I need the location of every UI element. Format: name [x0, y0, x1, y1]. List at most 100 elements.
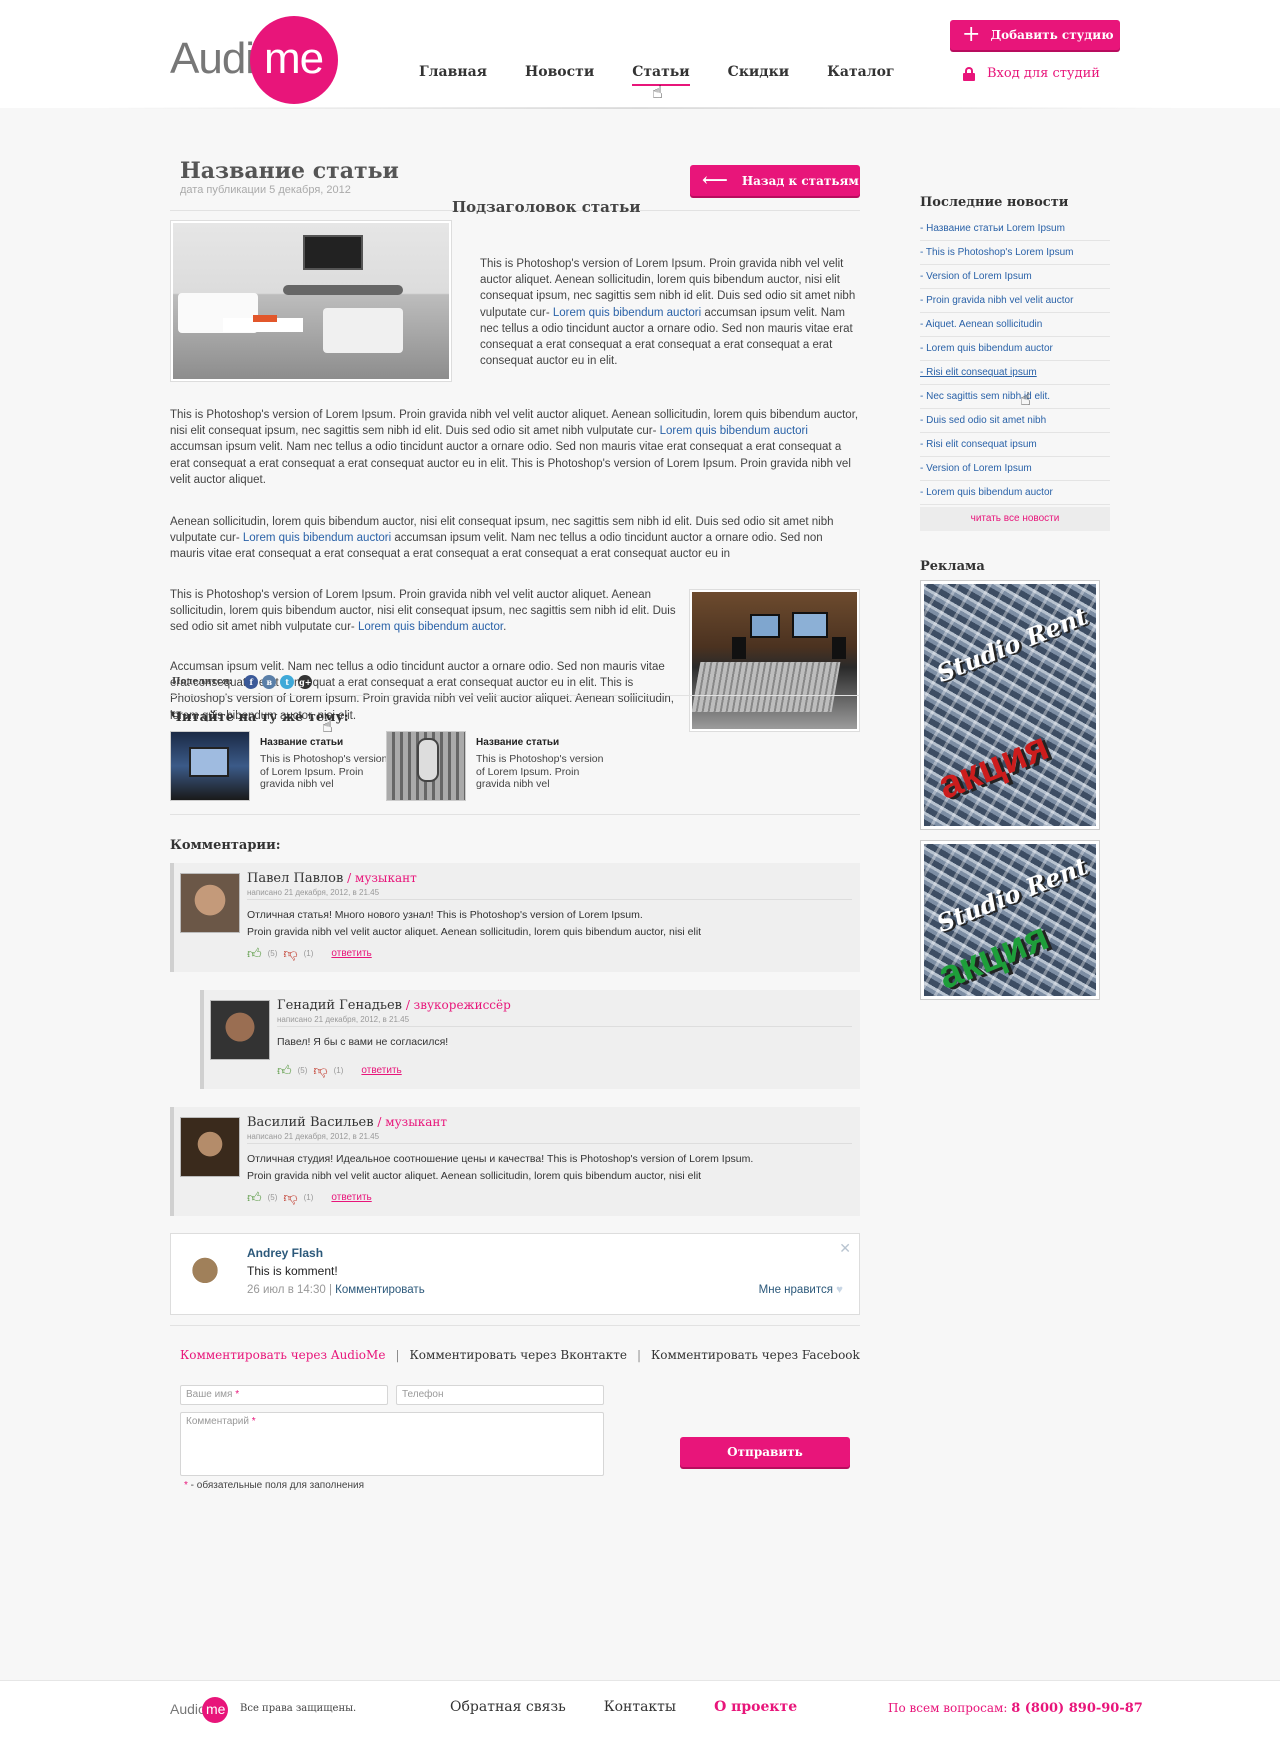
- vk-comment: Andrey Flash This is komment! 26 июл в 1…: [170, 1233, 860, 1315]
- footer-link-feedback[interactable]: Обратная связь: [450, 1699, 566, 1715]
- news-link[interactable]: - Risi elit consequat ipsum: [920, 361, 1110, 385]
- logo[interactable]: Audio me: [168, 16, 348, 104]
- all-news-link[interactable]: читать все новости: [920, 507, 1110, 531]
- plus-icon: +: [962, 22, 981, 47]
- divider: [170, 695, 860, 696]
- comment-actions: 👍︎ (5) 👎︎ (1) ответить: [277, 1062, 402, 1079]
- news-link[interactable]: - Nec sagittis sem nibh id elit.: [920, 385, 1110, 409]
- studio-console-image: [692, 592, 857, 729]
- ad-banner-1[interactable]: Studio Rent акция: [920, 580, 1100, 830]
- thumb-down-icon[interactable]: 👎︎: [283, 945, 297, 962]
- footer-phone: По всем вопросам: 8 (800) 890-90-87: [888, 1701, 1143, 1716]
- studio-login-link[interactable]: Вход для студий: [963, 66, 1100, 81]
- news-link[interactable]: - Название статьи Lorem Ipsum: [920, 217, 1110, 241]
- vk-comment-link[interactable]: Комментировать: [335, 1284, 425, 1296]
- comment-role: / музыкант: [373, 1115, 448, 1129]
- news-link[interactable]: - Risi elit consequat ipsum: [920, 433, 1110, 457]
- comment-item: Павел Павлов / музыкант написано 21 дека…: [170, 863, 860, 972]
- twitter-icon[interactable]: t: [280, 675, 295, 689]
- comment-textarea[interactable]: Комментарий *: [180, 1412, 604, 1476]
- send-button[interactable]: Отправить: [680, 1437, 850, 1467]
- article-inline-link[interactable]: Lorem quis bibendum auctori: [553, 307, 701, 319]
- ad-image: Studio Rent акция: [924, 584, 1096, 826]
- header-divider: [100, 107, 1180, 109]
- reply-link[interactable]: ответить: [361, 1065, 401, 1076]
- ad-title-text: Studio Rent: [932, 601, 1092, 688]
- ad-promo-text: акция: [931, 724, 1055, 808]
- arrow-left-icon: ⟵: [702, 169, 728, 191]
- news-link[interactable]: - Lorem quis bibendum auctor: [920, 481, 1110, 505]
- nav-item-home[interactable]: Главная: [419, 64, 487, 80]
- tab-facebook[interactable]: Комментировать через Facebook: [651, 1348, 860, 1362]
- nav-item-discounts[interactable]: Скидки: [728, 64, 789, 80]
- comment-date: написано 21 декабря, 2012, в 21.45: [277, 1015, 410, 1024]
- comment-role: / музыкант: [343, 871, 417, 885]
- back-to-articles-button[interactable]: ⟵ Назад к статьям: [690, 165, 860, 196]
- google-plus-icon[interactable]: g+: [298, 675, 313, 689]
- comment-actions: 👍︎ (5) 👎︎ (1) ответить: [247, 1189, 372, 1206]
- reply-link[interactable]: ответить: [331, 948, 371, 959]
- avatar: [180, 873, 240, 933]
- news-link[interactable]: - Version of Lorem Ipsum: [920, 265, 1110, 289]
- facebook-icon[interactable]: f: [244, 675, 259, 689]
- divider: [170, 814, 860, 815]
- news-link[interactable]: - Aiquet. Aenean sollicitudin: [920, 313, 1110, 337]
- divider: [170, 1325, 860, 1326]
- article-date: дата публикации 5 декабря, 2012: [180, 184, 351, 196]
- article-paragraph-1: This is Photoshop's version of Lorem Ips…: [480, 258, 856, 368]
- vk-author[interactable]: Andrey Flash: [247, 1246, 323, 1260]
- add-studio-button[interactable]: + Добавить студию: [950, 20, 1120, 50]
- vkontakte-icon[interactable]: в: [262, 675, 277, 689]
- share-bar: Поделится: f в t g+: [172, 675, 313, 689]
- tab-audiome[interactable]: Комментировать через AudioMe: [180, 1348, 385, 1362]
- footer-logo-text: me: [206, 1701, 226, 1717]
- close-icon[interactable]: ✕: [839, 1240, 851, 1257]
- related-article[interactable]: Название статьи This is Photoshop's vers…: [386, 731, 606, 801]
- ad-banner-2[interactable]: Studio Rent акция: [920, 840, 1100, 1000]
- article-paragraph-3: Aenean sollicitudin, lorem quis bibendum…: [170, 516, 834, 561]
- tab-vkontakte[interactable]: Комментировать через Вконтакте: [409, 1348, 626, 1362]
- add-studio-label: Добавить студию: [990, 28, 1114, 42]
- reply-link[interactable]: ответить: [331, 1192, 371, 1203]
- comment-author: Павел Павлов / музыкант: [247, 871, 417, 886]
- related-name: Название статьи: [260, 737, 344, 748]
- thumb-up-icon[interactable]: 👍︎: [247, 945, 262, 962]
- news-link[interactable]: - This is Photoshop's Lorem Ipsum: [920, 241, 1110, 265]
- news-link[interactable]: - Lorem quis bibendum auctor: [920, 337, 1110, 361]
- lock-icon: [963, 66, 975, 81]
- related-thumbnail: [386, 731, 466, 801]
- phone-input[interactable]: Телефон: [396, 1385, 604, 1405]
- related-text: This is Photoshop's version of Lorem Ips…: [260, 753, 388, 790]
- article-inline-link[interactable]: Lorem quis bibendum auctor: [358, 621, 503, 633]
- comment-text: Отличная статья! Много нового узнал! Thi…: [247, 909, 702, 938]
- avatar: [210, 1000, 270, 1060]
- ads-title: Реклама: [920, 559, 985, 574]
- nav-item-news[interactable]: Новости: [525, 64, 594, 80]
- vk-text: This is komment!: [247, 1264, 338, 1278]
- comment-via-tabs: Комментировать через AudioMe | Комментир…: [180, 1348, 860, 1362]
- footer-link-contacts[interactable]: Контакты: [604, 1699, 676, 1715]
- site-header: Audio me Главная Новости Статьи Скидки К…: [0, 0, 1280, 108]
- latest-news-list: - Название статьи Lorem Ipsum - This is …: [920, 217, 1110, 505]
- thumb-up-icon[interactable]: 👍︎: [247, 1189, 262, 1206]
- article-paragraph-2: This is Photoshop's version of Lorem Ips…: [170, 409, 859, 486]
- news-link[interactable]: - Proin gravida nibh vel velit auctor: [920, 289, 1110, 313]
- sidebar: Последние новости - Название статьи Lore…: [920, 195, 1110, 1000]
- article-inline-link[interactable]: Lorem quis bibendum auctori: [243, 532, 391, 544]
- vk-like-button[interactable]: Мне нравится ♥: [759, 1284, 843, 1296]
- nav-item-catalog[interactable]: Каталог: [827, 64, 894, 80]
- news-link[interactable]: - Duis sed odio sit amet nibh: [920, 409, 1110, 433]
- article-inline-link[interactable]: Lorem quis bibendum auctori: [660, 425, 808, 437]
- vk-meta: 26 июл в 14:30 | Комментировать: [247, 1284, 425, 1296]
- thumb-down-icon[interactable]: 👎︎: [283, 1189, 297, 1206]
- footer-link-about[interactable]: О проекте: [714, 1699, 797, 1715]
- news-link[interactable]: - Version of Lorem Ipsum: [920, 457, 1110, 481]
- related-thumbnail: [170, 731, 250, 801]
- thumb-down-icon[interactable]: 👎︎: [313, 1062, 327, 1079]
- related-article[interactable]: Название статьи This is Photoshop's vers…: [170, 731, 390, 801]
- thumb-up-icon[interactable]: 👍︎: [277, 1062, 292, 1079]
- hand-cursor-icon: ☝: [1020, 389, 1031, 409]
- footer-logo[interactable]: Audio me: [170, 1695, 232, 1723]
- nav-item-articles[interactable]: Статьи: [632, 64, 691, 86]
- name-input[interactable]: Ваше имя *: [180, 1385, 388, 1405]
